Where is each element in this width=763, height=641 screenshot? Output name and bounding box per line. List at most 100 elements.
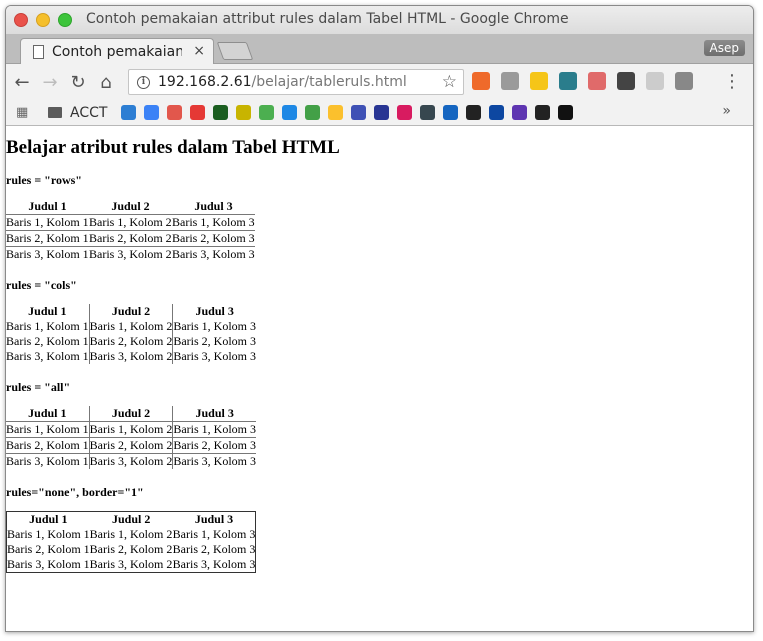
maximize-window-button[interactable]	[58, 13, 72, 27]
bookmark-favicon-icon[interactable]	[259, 105, 275, 120]
table-row: Baris 3, Kolom 1 Baris 3, Kolom 2 Baris 3,…	[6, 453, 256, 469]
tab-close-icon[interactable]: ×	[193, 43, 205, 59]
reload-icon[interactable]: ↻	[66, 72, 90, 93]
bookmarks-bar: ▦ ACCT »	[6, 100, 753, 126]
bookmark-favicon-icon[interactable]	[443, 105, 459, 120]
bookmark-favicon-icon[interactable]	[305, 105, 321, 120]
column-header: Judul 2	[89, 304, 174, 319]
bookmark-favicon-icon[interactable]	[121, 105, 137, 120]
column-header: Judul 2	[111, 512, 151, 526]
table-cell: Baris 2, Kolom 3	[173, 334, 257, 348]
table-cell: Baris 1, Kolom 3	[172, 214, 255, 231]
new-tab-button[interactable]	[216, 42, 254, 60]
bookmark-favicon-icon[interactable]	[535, 105, 551, 120]
table-cell: Baris 2, Kolom 2	[89, 437, 174, 454]
table-cell: Baris 1, Kolom 1	[6, 214, 89, 231]
ext-orange-icon[interactable]	[472, 72, 490, 90]
bookmark-favicon-icon[interactable]	[420, 105, 436, 120]
table-cell: Baris 2, Kolom 2	[89, 334, 174, 349]
ext-gray-icon[interactable]	[501, 72, 519, 90]
page-icon	[33, 44, 44, 59]
title-bar: Contoh pemakaian attribut rules dalam Ta…	[6, 6, 753, 34]
bookmark-favicon-icon[interactable]	[466, 105, 482, 120]
table-cell: Baris 3, Kolom 2	[89, 247, 172, 261]
table-cell: Baris 3, Kolom 2	[89, 349, 174, 364]
bookmark-favicon-icon[interactable]	[558, 105, 574, 120]
window-title: Contoh pemakaian attribut rules dalam Ta…	[86, 11, 569, 27]
ext-check-icon[interactable]	[559, 72, 577, 90]
bookmark-favicon-icon[interactable]	[328, 105, 344, 120]
bookmarks-more-icon[interactable]: »	[722, 103, 731, 119]
close-window-button[interactable]	[14, 13, 28, 27]
column-header: Judul 1	[6, 406, 90, 422]
table-header-row: Judul 1 Judul 2 Judul 3	[7, 512, 256, 528]
table-cell: Baris 2, Kolom 3	[172, 437, 257, 454]
page-content: Belajar atribut rules dalam Tabel HTML r…	[6, 125, 340, 589]
table-header-row: Judul 1 Judul 2 Judul 3	[6, 199, 255, 215]
bookmark-favicon-icon[interactable]	[489, 105, 505, 120]
bookmark-favicon-icon[interactable]	[351, 105, 367, 120]
table-cell: Baris 2, Kolom 3	[172, 230, 255, 247]
table-cell: Baris 2, Kolom 1	[6, 334, 90, 349]
table-row: Baris 1, Kolom 1 Baris 1, Kolom 2 Baris 1,…	[7, 527, 256, 542]
table-cell: Baris 3, Kolom 1	[6, 453, 90, 469]
tab-active[interactable]: Contoh pemakaian attribut rules dalam Ta…	[20, 38, 214, 64]
column-header: Judul 3	[194, 512, 234, 526]
table-header-row: Judul 1 Judul 2 Judul 3	[6, 304, 256, 319]
column-header: Judul 1	[29, 512, 68, 526]
apps-icon[interactable]: ▦	[16, 105, 30, 120]
table-header-row: Judul 1 Judul 2 Judul 3	[6, 406, 257, 422]
url-path: /belajar/tableruls.html	[251, 74, 407, 90]
tab-strip: Contoh pemakaian attribut rules dalam Ta…	[6, 34, 753, 64]
bookmark-favicon-icon[interactable]	[512, 105, 528, 120]
ext-camera-icon[interactable]	[675, 72, 693, 90]
column-header: Judul 3	[195, 304, 234, 318]
ext-crop-icon[interactable]	[617, 72, 635, 90]
ext-circle-icon[interactable]	[646, 72, 664, 90]
bookmark-star-icon[interactable]: ☆	[442, 72, 457, 92]
table-row: Baris 2, Kolom 1 Baris 2, Kolom 2 Baris 2,…	[6, 230, 255, 247]
ext-eraser-icon[interactable]	[588, 72, 606, 90]
back-icon[interactable]: ←	[10, 72, 34, 93]
table-cell: Baris 3, Kolom 2	[89, 453, 174, 469]
home-icon[interactable]: ⌂	[94, 72, 118, 93]
table-cell: Baris 3, Kolom 1	[6, 247, 89, 261]
toolbar: ← → ↻ ⌂ i 192.168.2.61/belajar/tableruls…	[6, 64, 753, 100]
table-cell: Baris 1, Kolom 1	[6, 421, 90, 438]
forward-icon[interactable]: →	[38, 72, 62, 93]
table-row: Baris 1, Kolom 1 Baris 1, Kolom 2 Baris 1,…	[6, 214, 255, 231]
bookmark-favicon-icon[interactable]	[397, 105, 413, 120]
bookmark-favicon-icon[interactable]	[167, 105, 183, 120]
column-header: Judul 1	[6, 199, 89, 215]
url-host: 192.168.2.61	[158, 74, 252, 90]
page-heading: Belajar atribut rules dalam Tabel HTML	[6, 137, 340, 158]
bookmark-folder-acct[interactable]: ACCT	[70, 105, 107, 121]
bookmark-favicon-icon[interactable]	[213, 105, 229, 120]
table-cell: Baris 3, Kolom 3	[172, 557, 256, 571]
table-cell: Baris 3, Kolom 3	[172, 247, 255, 261]
table-cell: Baris 1, Kolom 2	[89, 214, 172, 231]
table-cell: Baris 1, Kolom 3	[172, 421, 257, 438]
menu-icon[interactable]: ⋮	[723, 71, 741, 92]
window-controls	[14, 13, 72, 27]
table-row: Baris 2, Kolom 1 Baris 2, Kolom 2 Baris 2,…	[6, 437, 257, 454]
table-cell: Baris 2, Kolom 2	[89, 230, 172, 247]
bookmark-favicon-icon[interactable]	[236, 105, 252, 120]
table-rules-rows: Judul 1 Judul 2 Judul 3 Baris 1, Kolom 1…	[6, 199, 255, 262]
table-cell: Baris 1, Kolom 2	[89, 421, 174, 438]
bookmark-favicon-icon[interactable]	[282, 105, 298, 120]
profile-button[interactable]: Asep	[703, 40, 745, 56]
table-cell: Baris 1, Kolom 3	[172, 527, 256, 541]
bookmark-favicon-icon[interactable]	[144, 105, 160, 120]
minimize-window-button[interactable]	[36, 13, 50, 27]
table-cell: Baris 2, Kolom 3	[172, 542, 256, 556]
section-label-all: rules = "all"	[6, 380, 71, 394]
ext-m-icon[interactable]	[530, 72, 548, 90]
bookmark-favicon-icon[interactable]	[190, 105, 206, 120]
table-cell: Baris 1, Kolom 2	[89, 527, 173, 541]
address-bar[interactable]: i 192.168.2.61/belajar/tableruls.html ☆	[128, 69, 464, 95]
extensions-area	[472, 72, 693, 90]
info-icon[interactable]: i	[137, 75, 150, 89]
table-cell: Baris 3, Kolom 1	[7, 557, 90, 571]
bookmark-favicon-icon[interactable]	[374, 105, 390, 120]
